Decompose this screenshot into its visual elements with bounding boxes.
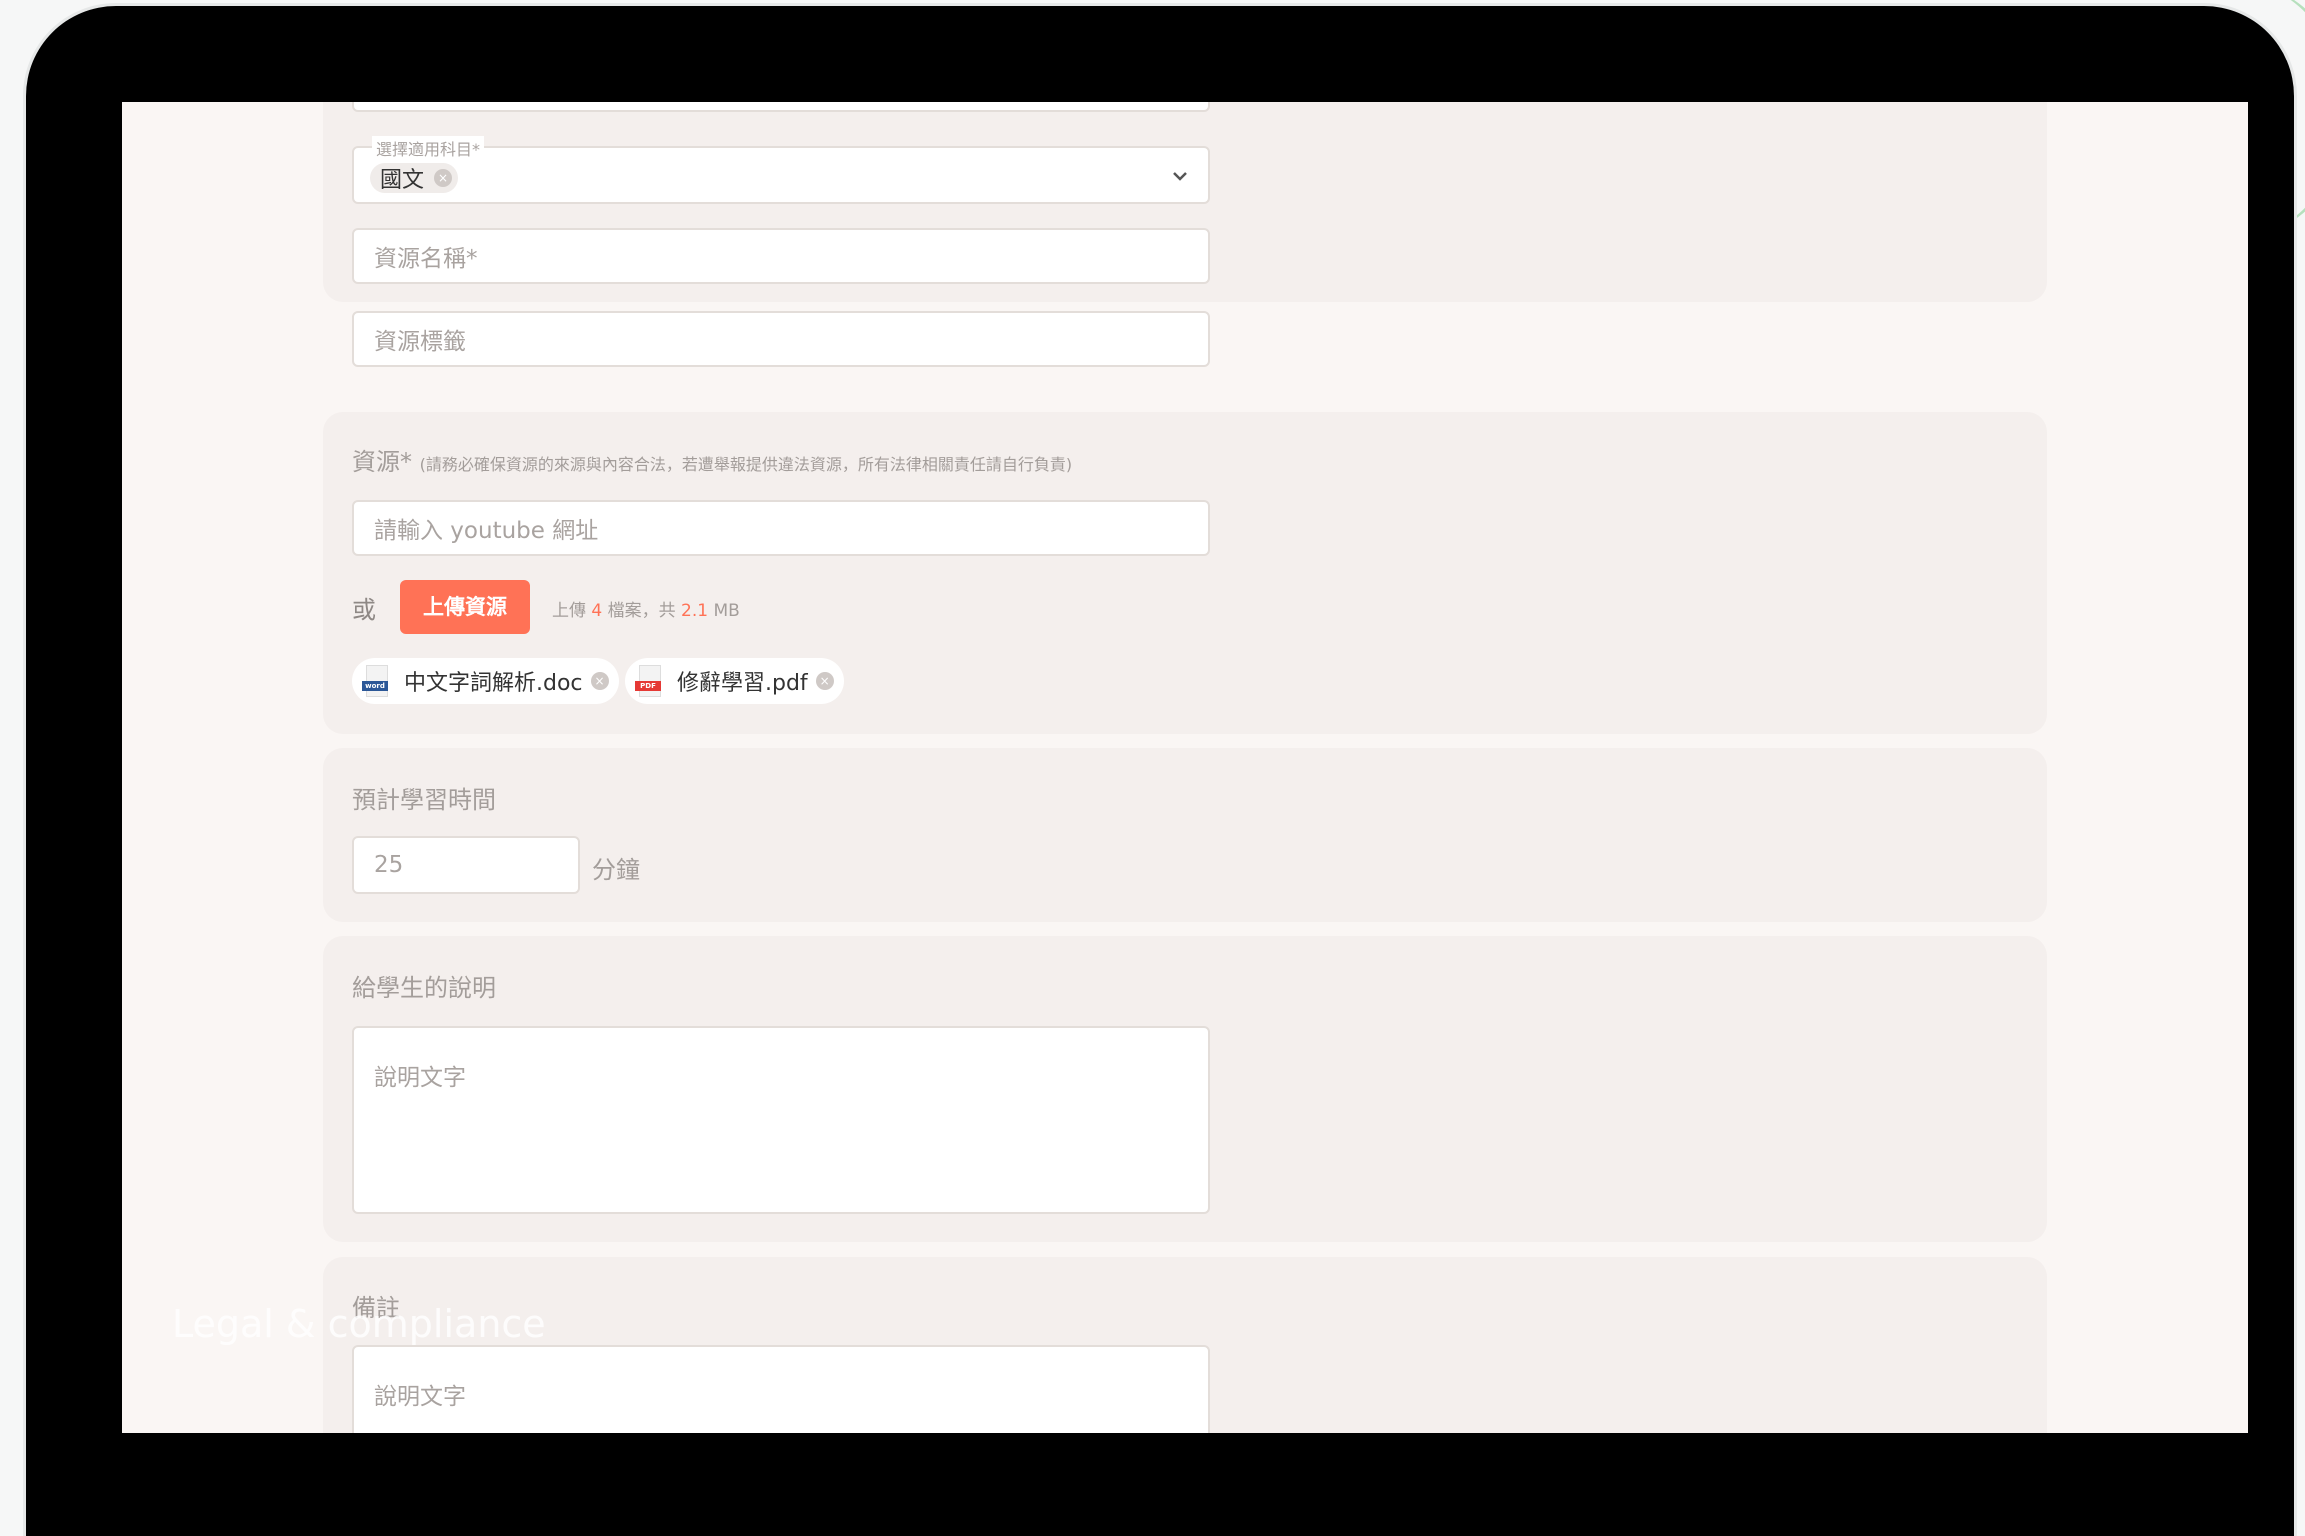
resource-tags-placeholder: 資源標籤 — [374, 329, 466, 355]
resource-legal-note: (請務必確保資源的來源與內容合法，若遭舉報提供違法資源，所有法律相關責任請自行負… — [419, 455, 1073, 474]
upload-info-prefix: 上傳 — [552, 601, 586, 621]
subject-label: 選擇適用科目* — [372, 136, 485, 160]
upload-info: 上傳 4 檔案，共 2.1 MB — [552, 596, 740, 621]
study-time-unit: 分鐘 — [592, 856, 640, 884]
or-text: 或 — [352, 596, 376, 624]
study-time-label: 預計學習時間 — [352, 786, 496, 814]
remove-file-icon[interactable]: × — [815, 672, 834, 690]
youtube-url-input[interactable]: 請輸入 youtube 網址 — [352, 500, 1210, 556]
laptop-bezel: 選擇適用科目* 國文 × 資源名稱* 資源標籤 資源* (請務必確保資源的來源與… — [26, 6, 2294, 1536]
pdf-file-icon: PDF — [635, 665, 663, 697]
student-note-textarea[interactable]: 說明文字 — [352, 1026, 1210, 1214]
watermark-text: Legal & compliance — [172, 1302, 546, 1346]
study-time-input[interactable]: 25 — [352, 836, 580, 894]
upload-resource-button[interactable]: 上傳資源 — [400, 580, 530, 634]
remove-file-icon[interactable]: × — [590, 672, 609, 690]
student-note-placeholder: 說明文字 — [374, 1065, 466, 1091]
previous-field[interactable] — [352, 102, 1210, 112]
pdf-file-tag: PDF — [635, 681, 661, 691]
study-time-card — [323, 748, 2047, 922]
resource-name-input[interactable]: 資源名稱* — [352, 228, 1210, 284]
file-name: 中文字詞解析.doc — [404, 671, 583, 696]
study-time-value: 25 — [374, 852, 404, 878]
chevron-down-icon[interactable] — [1170, 166, 1190, 186]
resource-name-placeholder: 資源名稱* — [374, 246, 478, 272]
subject-chip: 國文 × — [370, 163, 459, 193]
remarks-textarea[interactable]: 說明文字 — [352, 1345, 1210, 1433]
subject-select[interactable]: 選擇適用科目* 國文 × — [352, 136, 1210, 204]
file-chip[interactable]: word 中文字詞解析.doc × — [352, 658, 619, 704]
screen: 選擇適用科目* 國文 × 資源名稱* 資源標籤 資源* (請務必確保資源的來源與… — [122, 102, 2248, 1433]
upload-file-count: 4 — [591, 601, 603, 621]
remarks-placeholder: 說明文字 — [374, 1384, 466, 1410]
upload-total-size: 2.1 — [681, 601, 709, 621]
file-name: 修辭學習.pdf — [677, 671, 808, 696]
upload-info-mid: 檔案，共 — [607, 601, 676, 621]
student-note-label: 給學生的說明 — [352, 974, 496, 1002]
chip-remove-icon[interactable]: × — [434, 169, 453, 187]
resource-label-text: 資源* — [352, 448, 412, 476]
resource-tags-input[interactable]: 資源標籤 — [352, 311, 1210, 367]
upload-size-unit: MB — [713, 601, 740, 621]
file-chip[interactable]: PDF 修辭學習.pdf × — [625, 658, 844, 704]
word-file-tag: word — [362, 681, 388, 691]
subject-chip-label: 國文 — [380, 168, 425, 193]
youtube-url-placeholder: 請輸入 youtube 網址 — [374, 518, 599, 544]
resource-label: 資源* (請務必確保資源的來源與內容合法，若遭舉報提供違法資源，所有法律相關責任… — [352, 442, 1072, 477]
word-file-icon: word — [362, 665, 390, 697]
